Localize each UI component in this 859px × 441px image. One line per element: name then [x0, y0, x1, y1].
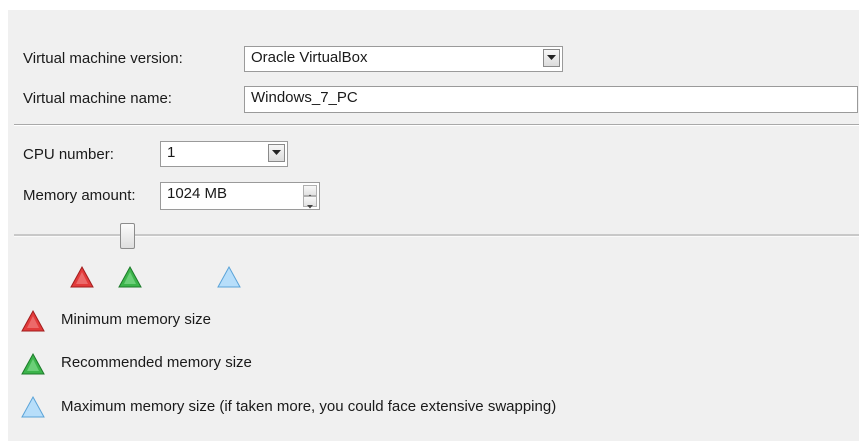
blue-triangle-icon — [21, 395, 45, 418]
maximum-marker-blue-triangle-icon — [217, 265, 241, 288]
red-triangle-icon — [21, 309, 45, 332]
cpu-number-select[interactable]: 1 — [160, 141, 288, 167]
memory-amount-label: Memory amount: — [23, 187, 136, 204]
green-triangle-icon — [21, 352, 45, 375]
cpu-number-value: 1 — [167, 144, 176, 161]
legend-recommended-label: Recommended memory size — [61, 354, 252, 371]
legend-maximum-label: Maximum memory size (if taken more, you … — [61, 398, 557, 415]
memory-slider-track[interactable] — [14, 234, 859, 237]
cpu-number-label: CPU number: — [23, 146, 114, 163]
vm-version-label: Virtual machine version: — [23, 50, 183, 67]
vm-name-label: Virtual machine name: — [23, 90, 172, 107]
recommended-marker-green-triangle-icon — [118, 265, 142, 288]
settings-panel — [8, 10, 859, 441]
legend-minimum-label: Minimum memory size — [61, 311, 212, 328]
minimum-marker-red-triangle-icon — [70, 265, 94, 288]
memory-amount-stepper[interactable]: 1024 MB — [160, 182, 320, 210]
memory-amount-value: 1024 MB — [167, 185, 228, 202]
vm-version-value: Oracle VirtualBox — [251, 49, 368, 66]
memory-increase-button[interactable] — [303, 185, 317, 198]
vm-name-field[interactable]: Windows_7_PC — [244, 86, 858, 113]
cpu-number-dropdown-button[interactable] — [268, 144, 285, 162]
vm-version-dropdown-button[interactable] — [543, 49, 560, 67]
divider-highlight — [14, 125, 859, 126]
chevron-down-icon — [547, 55, 556, 60]
vm-version-select[interactable]: Oracle VirtualBox — [244, 46, 563, 72]
chevron-down-icon — [307, 205, 313, 209]
memory-decrease-button[interactable] — [303, 196, 317, 209]
vm-name-value: Windows_7_PC — [251, 89, 358, 106]
chevron-down-icon — [272, 150, 281, 155]
memory-slider-thumb[interactable] — [120, 223, 135, 249]
